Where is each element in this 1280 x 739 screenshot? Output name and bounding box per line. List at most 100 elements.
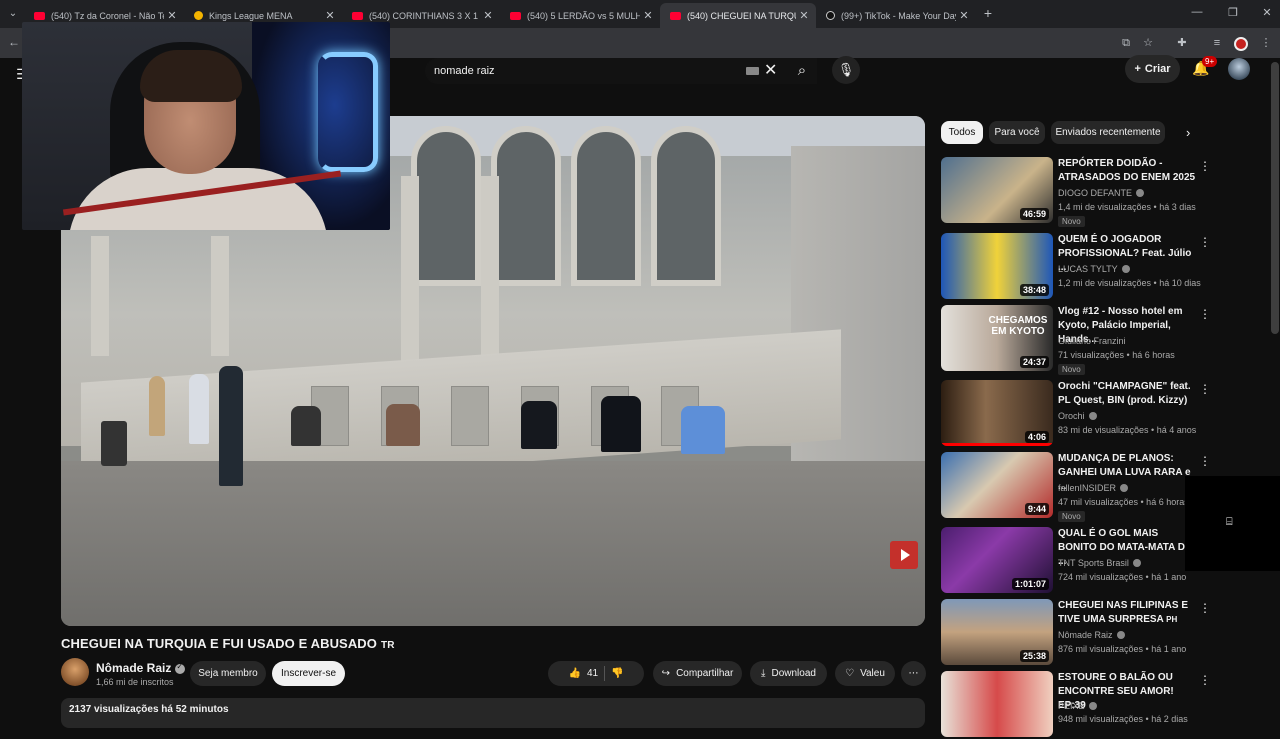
captions-icon[interactable]: ⌸ bbox=[1226, 516, 1233, 529]
tab-search-chevron-icon[interactable]: ⌄ bbox=[4, 5, 22, 23]
thanks-button[interactable]: ♡ Valeu bbox=[835, 661, 895, 686]
recommended-video-title[interactable]: REPÓRTER DOIDÃO - ATRASADOS DO ENEM 2025 bbox=[1058, 157, 1198, 185]
more-options-icon[interactable]: ⋮ bbox=[1199, 235, 1211, 249]
join-button[interactable]: Seja membro bbox=[190, 661, 266, 686]
voice-search-button[interactable]: 🎙 bbox=[832, 56, 860, 84]
recommended-channel-name[interactable]: DIOGO DEFANTE bbox=[1058, 188, 1132, 198]
bookmark-star-icon[interactable]: ☆ bbox=[1141, 36, 1155, 50]
recommended-video[interactable]: 9:44 MUDANÇA DE PLANOS: GANHEI UMA LUVA … bbox=[941, 452, 1216, 522]
account-avatar[interactable] bbox=[1228, 58, 1250, 80]
recommended-channel-name[interactable]: Nômade Raiz bbox=[1058, 630, 1113, 640]
search-input[interactable]: nomade raiz ✕ bbox=[425, 58, 817, 84]
browser-tab[interactable]: (99+) TikTok - Make Your Day ✕ bbox=[816, 3, 976, 28]
video-thumbnail[interactable]: 38:48 bbox=[941, 233, 1053, 299]
recommended-video[interactable]: 4:06 Orochi "CHAMPAGNE" feat. PL Quest, … bbox=[941, 380, 1216, 448]
like-divider bbox=[604, 666, 606, 681]
browser-menu-icon[interactable]: ⋮ bbox=[1259, 36, 1273, 50]
close-window-icon[interactable]: ✕ bbox=[1260, 6, 1274, 19]
more-options-icon[interactable]: ⋮ bbox=[1199, 673, 1211, 687]
recommended-channel[interactable]: TNT Sports Brasil bbox=[1058, 558, 1141, 568]
kings-league-favicon-icon bbox=[194, 11, 203, 20]
more-options-icon[interactable]: ⋮ bbox=[1199, 454, 1211, 468]
recommended-channel-name[interactable]: TNT Sports Brasil bbox=[1058, 558, 1129, 568]
recommended-channel-name[interactable]: Orochi bbox=[1058, 411, 1085, 421]
close-tab-icon[interactable]: ✕ bbox=[796, 9, 812, 22]
recommended-channel[interactable]: PEIXE bbox=[1058, 701, 1097, 711]
channel-avatar[interactable] bbox=[61, 658, 89, 686]
recommended-channel-name[interactable]: LUCAS TYLTY bbox=[1058, 264, 1118, 274]
more-actions-button[interactable]: ⋯ bbox=[901, 661, 926, 686]
video-thumbnail[interactable]: 46:59 bbox=[941, 157, 1053, 223]
recommended-video-title[interactable]: Orochi "CHAMPAGNE" feat. PL Quest, BIN (… bbox=[1058, 380, 1198, 408]
view-count-and-date: 2137 visualizações há 52 minutos bbox=[69, 704, 229, 715]
chip-for-you[interactable]: Para você bbox=[989, 121, 1045, 144]
close-tab-icon[interactable]: ✕ bbox=[480, 9, 496, 22]
more-options-icon[interactable]: ⋮ bbox=[1199, 601, 1211, 615]
share-button[interactable]: ↪ Compartilhar bbox=[653, 661, 742, 686]
video-frame-trash-bin bbox=[101, 421, 127, 466]
recommended-channel[interactable]: Nômade Raiz bbox=[1058, 630, 1125, 640]
chip-recently-uploaded[interactable]: Enviados recentemente bbox=[1051, 121, 1165, 144]
thanks-label: Valeu bbox=[860, 668, 885, 679]
recommended-channel-name[interactable]: Giuliano Franzini bbox=[1058, 336, 1126, 346]
channel-watermark-icon[interactable] bbox=[890, 541, 918, 569]
recommended-channel-name[interactable]: PEIXE bbox=[1058, 701, 1085, 711]
browser-profile-avatar[interactable] bbox=[1234, 37, 1248, 51]
subscribe-button[interactable]: Inscrever-se bbox=[272, 661, 345, 686]
channel-name[interactable]: Nômade Raiz bbox=[96, 661, 186, 675]
close-tab-icon[interactable]: ✕ bbox=[956, 9, 972, 22]
new-tab-button[interactable]: + bbox=[980, 5, 996, 21]
recommended-video[interactable]: 1:01:07 QUAL É O GOL MAIS BONITO DO MATA… bbox=[941, 527, 1216, 595]
recommended-video[interactable]: 38:48 QUEM É O JOGADOR PROFISSIONAL? Fea… bbox=[941, 233, 1216, 301]
back-arrow-icon[interactable]: ← bbox=[8, 35, 20, 49]
thumbnail-caption: CHEGAMOS EM KYOTO bbox=[988, 315, 1048, 337]
new-badge: Novo bbox=[1058, 364, 1085, 375]
verified-icon bbox=[1116, 631, 1125, 639]
download-button[interactable]: ⤓ Download bbox=[750, 661, 827, 686]
recommended-video[interactable]: 46:59 REPÓRTER DOIDÃO - ATRASADOS DO ENE… bbox=[941, 157, 1216, 227]
chevron-right-icon[interactable]: › bbox=[1186, 125, 1190, 140]
close-tab-icon[interactable]: ✕ bbox=[322, 9, 338, 22]
chip-all[interactable]: Todos bbox=[941, 121, 983, 144]
recommended-video[interactable]: 25:38 CHEGUEI NAS FILIPINAS E TIVE UMA S… bbox=[941, 599, 1216, 667]
minimize-window-icon[interactable]: — bbox=[1190, 6, 1204, 18]
channel-name-text[interactable]: Nômade Raiz bbox=[96, 661, 171, 675]
video-thumbnail[interactable] bbox=[941, 671, 1053, 737]
recommended-channel-name[interactable]: fallenINSIDER bbox=[1058, 483, 1116, 493]
recommended-video[interactable]: CHEGAMOS EM KYOTO 24:37 Vlog #12 - Nosso… bbox=[941, 305, 1216, 375]
video-thumbnail[interactable]: 4:06 bbox=[941, 380, 1053, 446]
browser-tab-active[interactable]: (540) CHEGUEI NA TURQUIA E ✕ bbox=[660, 3, 816, 28]
recommended-channel[interactable]: Orochi bbox=[1058, 411, 1097, 421]
clear-search-icon[interactable]: ✕ bbox=[764, 60, 777, 80]
video-thumbnail[interactable]: CHEGAMOS EM KYOTO 24:37 bbox=[941, 305, 1053, 371]
description-box[interactable]: 2137 visualizações há 52 minutos bbox=[61, 698, 925, 728]
reading-list-icon[interactable]: ≡ bbox=[1210, 36, 1224, 50]
recommended-video-title[interactable]: CHEGUEI NAS FILIPINAS E TIVE UMA SURPRES… bbox=[1058, 599, 1198, 627]
search-input-value[interactable]: nomade raiz bbox=[434, 65, 495, 77]
keyboard-icon[interactable] bbox=[746, 67, 759, 75]
thumbs-down-icon[interactable]: 👎 bbox=[611, 668, 623, 679]
video-thumbnail[interactable]: 1:01:07 bbox=[941, 527, 1053, 593]
video-duration: 24:37 bbox=[1019, 356, 1049, 368]
more-options-icon[interactable]: ⋮ bbox=[1199, 382, 1211, 396]
search-button[interactable]: ⌕ bbox=[784, 58, 820, 84]
page-scrollbar[interactable] bbox=[1271, 62, 1279, 334]
extensions-puzzle-icon[interactable]: ✚ bbox=[1175, 36, 1189, 50]
video-thumbnail[interactable]: 25:38 bbox=[941, 599, 1053, 665]
recommended-video[interactable]: ESTOURE O BALÃO OU ENCONTRE SEU AMOR! EP… bbox=[941, 671, 1216, 739]
like-button[interactable]: 👍 41 bbox=[568, 668, 598, 679]
new-badge: Novo bbox=[1058, 216, 1085, 227]
cast-icon[interactable]: ⧉ bbox=[1119, 36, 1133, 50]
recommended-channel[interactable]: fallenINSIDER bbox=[1058, 483, 1129, 493]
video-thumbnail[interactable]: 9:44 bbox=[941, 452, 1053, 518]
youtube-favicon-icon bbox=[670, 11, 681, 20]
recommended-channel[interactable]: LUCAS TYLTY bbox=[1058, 264, 1130, 274]
recommended-channel[interactable]: DIOGO DEFANTE bbox=[1058, 188, 1145, 198]
create-button[interactable]: + Criar bbox=[1125, 55, 1180, 83]
browser-tab[interactable]: (540) 5 LERDÃO vs 5 MULHERE ✕ bbox=[500, 3, 660, 28]
close-tab-icon[interactable]: ✕ bbox=[640, 9, 656, 22]
close-tab-icon[interactable]: ✕ bbox=[164, 9, 180, 22]
restore-window-icon[interactable]: ❐ bbox=[1226, 6, 1240, 19]
more-options-icon[interactable]: ⋮ bbox=[1199, 159, 1211, 173]
more-options-icon[interactable]: ⋮ bbox=[1199, 307, 1211, 321]
